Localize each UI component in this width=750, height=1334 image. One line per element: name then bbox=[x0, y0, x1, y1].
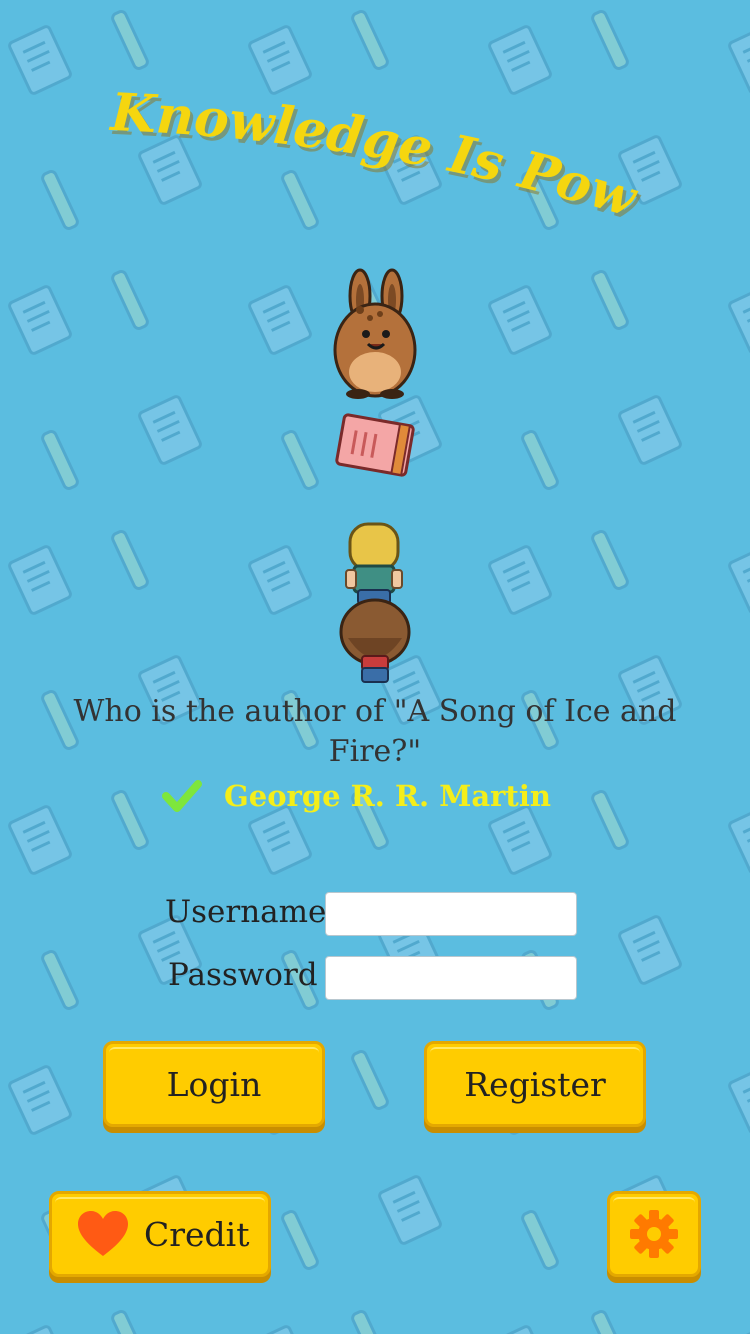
credit-button[interactable]: Credit bbox=[49, 1191, 271, 1277]
password-field[interactable] bbox=[325, 956, 577, 1000]
game-title: Knowledge Is Power Knowledge Is Power bbox=[0, 60, 648, 234]
username-field[interactable] bbox=[325, 892, 577, 936]
answer-row: George R. R. Martin bbox=[162, 772, 551, 820]
bunny-character bbox=[333, 268, 417, 399]
settings-button[interactable] bbox=[607, 1191, 701, 1277]
password-label: Password bbox=[168, 957, 318, 993]
answer-text: George R. R. Martin bbox=[224, 779, 551, 813]
svg-text:Knowledge Is Power: Knowledge Is Power bbox=[0, 60, 645, 230]
credit-button-label: Credit bbox=[144, 1214, 250, 1254]
heart-icon bbox=[78, 1211, 128, 1256]
login-button[interactable]: Login bbox=[103, 1041, 325, 1127]
player-character bbox=[345, 522, 403, 605]
book-icon bbox=[335, 413, 415, 477]
register-button[interactable]: Register bbox=[424, 1041, 646, 1127]
login-button-label: Login bbox=[166, 1064, 262, 1104]
question-text: Who is the author of "A Song of Ice and … bbox=[73, 694, 677, 769]
companion-character bbox=[339, 598, 411, 683]
register-button-label: Register bbox=[464, 1064, 606, 1104]
gear-icon bbox=[630, 1210, 678, 1258]
check-icon bbox=[162, 780, 202, 812]
username-label: Username bbox=[165, 894, 327, 930]
